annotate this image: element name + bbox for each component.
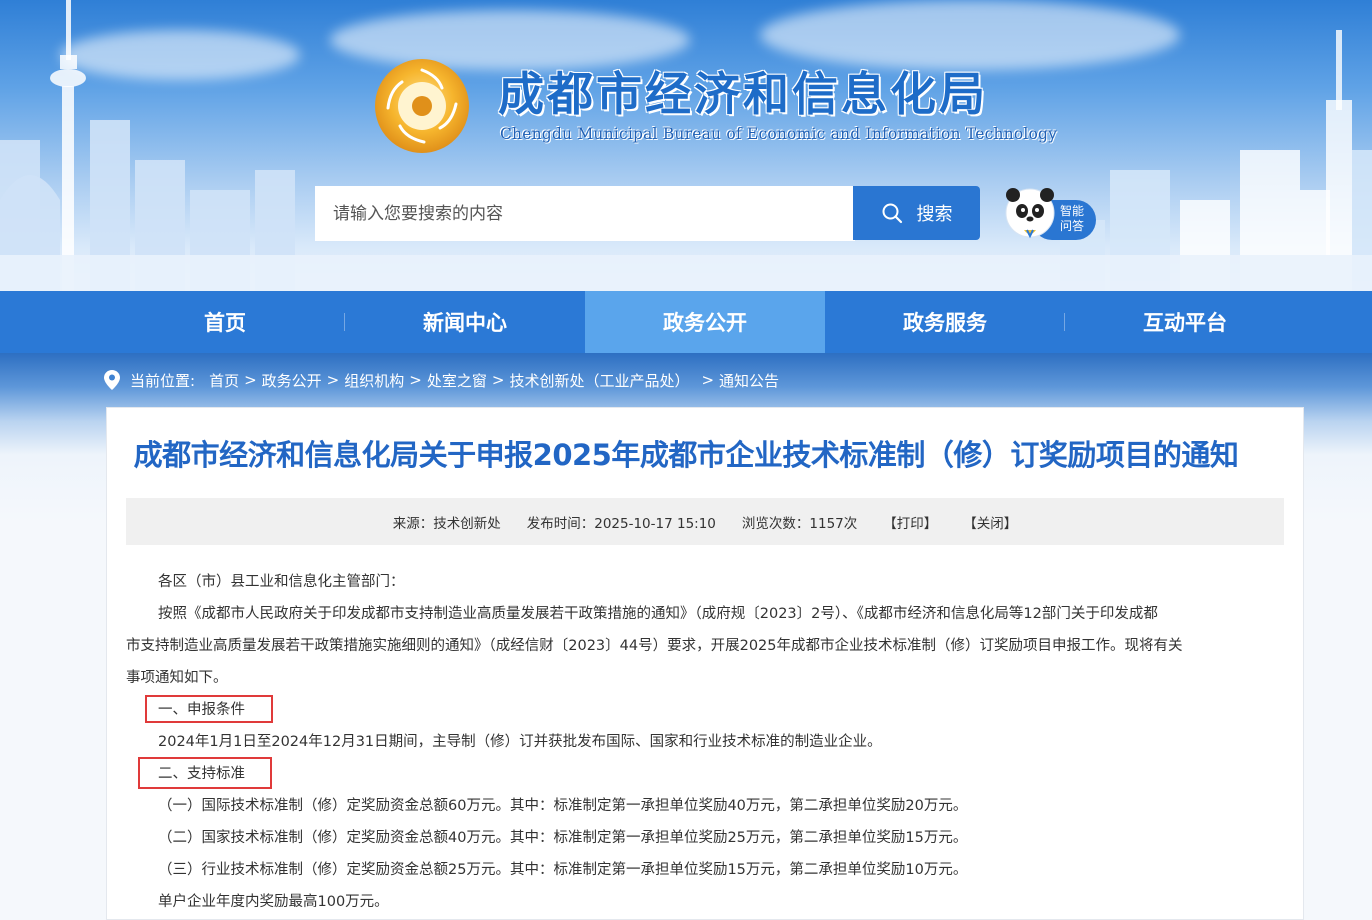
breadcrumb: 当前位置: 首页 > 政务公开 > 组织机构 > 处室之窗 > 技术创新处（工业…: [104, 366, 779, 394]
ai-assistant-label-line1: 智能: [1059, 204, 1084, 218]
article-source: 来源：技术创新处: [392, 515, 501, 532]
search-button[interactable]: 搜索: [853, 186, 980, 240]
nav-item-label: 新闻中心: [423, 311, 507, 335]
breadcrumb-separator: >: [409, 371, 422, 389]
section-heading-conditions: 一、申报条件: [158, 702, 245, 718]
nav-item-services[interactable]: 政务服务: [825, 291, 1065, 353]
sun-bird-logo-icon: [375, 59, 469, 153]
article-title: 成都市经济和信息化局关于申报2025年成都市企业技术标准制（修）订奖励项目的通知: [133, 438, 1239, 472]
section-heading-support: 二、支持标准: [158, 766, 245, 782]
nav-item-government-affairs[interactable]: 政务公开: [585, 291, 825, 353]
intro-paragraph-line: 市支持制造业高质量发展若干政策措施实施细则的通知》（成经信财〔2023〕44号）…: [126, 638, 1183, 654]
intro-paragraph-line: 事项通知如下。: [126, 670, 228, 686]
ai-assistant-label-line2: 问答: [1059, 219, 1084, 233]
breadcrumb-separator: >: [244, 371, 257, 389]
award-cap-text: 单户企业年度内奖励最高100万元。: [158, 894, 389, 910]
salutation: 各区（市）县工业和信息化主管部门：: [158, 574, 405, 590]
breadcrumb-link-government-affairs[interactable]: 政务公开: [262, 370, 322, 391]
search-input[interactable]: [315, 186, 855, 241]
breadcrumb-link-home[interactable]: 首页: [209, 370, 239, 391]
location-pin-icon: [104, 370, 120, 390]
section-text-conditions: 2024年1月1日至2024年12月31日期间，主导制（修）订并获批发布国际、国…: [158, 734, 882, 750]
nav-item-home[interactable]: 首页: [105, 291, 345, 353]
nav-item-label: 政务服务: [903, 311, 987, 335]
breadcrumb-prefix: 当前位置:: [130, 371, 196, 390]
search-icon: [882, 203, 902, 224]
nav-item-label: 互动平台: [1143, 311, 1227, 335]
breadcrumb-separator: >: [701, 371, 715, 389]
header-banner: 成都市经济和信息化局 Chengdu Municipal Bureau of E…: [0, 0, 1372, 291]
support-item: （二）国家技术标准制（修）定奖励资金总额40万元。其中：标准制定第一承担单位奖励…: [158, 830, 968, 846]
panda-mascot-icon: [1005, 188, 1055, 239]
breadcrumb-link-tech-innovation[interactable]: 技术创新处（工业产品处）: [509, 370, 689, 391]
search-button-label: 搜索: [916, 204, 953, 225]
ai-assistant-label: 智能 问答: [1052, 204, 1092, 234]
ai-assistant-button[interactable]: 智能 问答: [1004, 186, 1096, 240]
intro-paragraph-line: 按照《成都市人民政府关于印发成都市支持制造业高质量发展若干政策措施的通知》（成府…: [158, 606, 1158, 622]
nav-item-interaction[interactable]: 互动平台: [1065, 291, 1305, 353]
nav-item-label: 政务公开: [663, 311, 747, 335]
breadcrumb-link-organization[interactable]: 组织机构: [344, 370, 404, 391]
support-item: （三）行业技术标准制（修）定奖励资金总额25万元。其中：标准制定第一承担单位奖励…: [158, 862, 968, 878]
article-publish-time: 发布时间：2025-10-17 15:10: [526, 515, 716, 532]
article-meta-bar: 来源：技术创新处 发布时间：2025-10-17 15:10 浏览次数：1157…: [126, 498, 1284, 545]
breadcrumb-link-notices[interactable]: 通知公告: [719, 370, 779, 391]
breadcrumb-link-departments[interactable]: 处室之窗: [427, 370, 487, 391]
print-button[interactable]: 【打印】: [883, 512, 937, 532]
main-nav: 首页 新闻中心 政务公开 政务服务 互动平台: [0, 291, 1372, 353]
close-button[interactable]: 【关闭】: [963, 512, 1017, 532]
breadcrumb-separator: >: [326, 371, 340, 389]
breadcrumb-separator: >: [491, 371, 505, 389]
nav-item-news[interactable]: 新闻中心: [345, 291, 585, 353]
site-subtitle: Chengdu Municipal Bureau of Economic and…: [500, 125, 1058, 143]
article-view-count: 浏览次数：1157次: [741, 515, 858, 532]
support-item: （一）国际技术标准制（修）定奖励资金总额60万元。其中：标准制定第一承担单位奖励…: [158, 798, 968, 814]
nav-item-label: 首页: [204, 311, 246, 335]
site-title: 成都市经济和信息化局: [498, 67, 988, 121]
